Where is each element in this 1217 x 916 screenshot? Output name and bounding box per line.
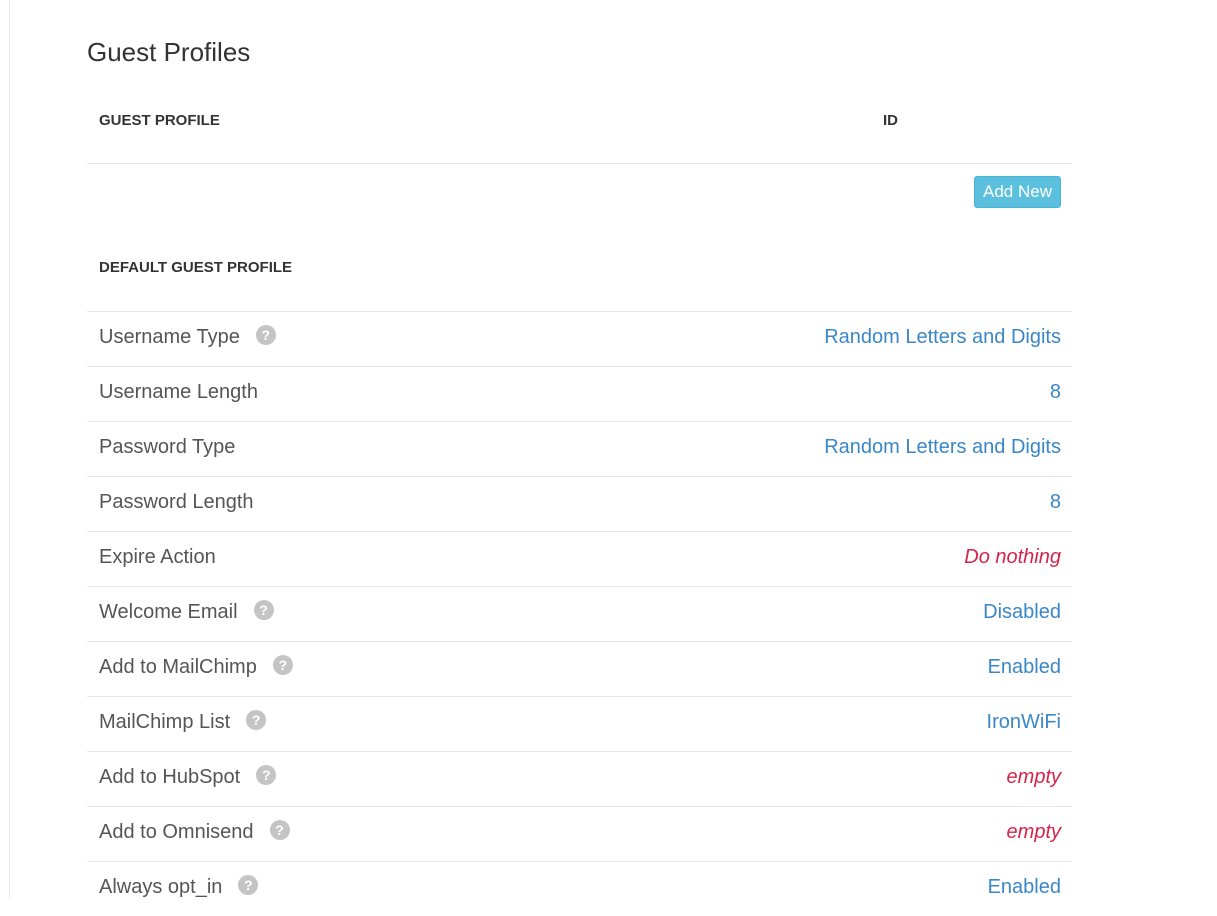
default-guest-profile-heading: DEFAULT GUEST PROFILE xyxy=(99,259,293,276)
setting-label: MailChimp List? xyxy=(99,709,267,734)
setting-label: Always opt_in? xyxy=(99,874,259,899)
help-icon[interactable]: ? xyxy=(255,324,276,345)
setting-label: Username Type? xyxy=(99,324,276,349)
setting-row-expire-action: Expire Action Do nothing xyxy=(87,531,1072,586)
setting-label: Add to HubSpot? xyxy=(99,764,277,789)
help-icon[interactable]: ? xyxy=(256,764,277,785)
setting-value-add-to-omnisend[interactable]: empty xyxy=(1007,821,1061,844)
setting-label: Add to Omnisend? xyxy=(99,819,290,844)
setting-row-username-type: Username Type? Random Letters and Digits xyxy=(87,311,1072,366)
column-header-guest-profile: GUEST PROFILE xyxy=(99,112,220,129)
setting-value-add-to-hubspot[interactable]: empty xyxy=(1007,766,1061,789)
setting-value-expire-action[interactable]: Do nothing xyxy=(964,546,1061,569)
setting-row-add-to-mailchimp: Add to MailChimp? Enabled xyxy=(87,641,1072,696)
setting-row-mailchimp-list: MailChimp List? IronWiFi xyxy=(87,696,1072,751)
setting-value-username-length[interactable]: 8 xyxy=(1050,381,1061,404)
setting-label: Username Length xyxy=(99,381,258,403)
setting-value-username-type[interactable]: Random Letters and Digits xyxy=(824,326,1061,349)
profiles-table-header: GUEST PROFILE ID xyxy=(87,93,1072,164)
setting-value-add-to-mailchimp[interactable]: Enabled xyxy=(988,656,1061,679)
help-icon[interactable]: ? xyxy=(246,709,267,730)
setting-row-welcome-email: Welcome Email? Disabled xyxy=(87,586,1072,641)
setting-value-mailchimp-list[interactable]: IronWiFi xyxy=(987,711,1061,734)
setting-value-password-type[interactable]: Random Letters and Digits xyxy=(824,436,1061,459)
setting-value-password-length[interactable]: 8 xyxy=(1050,491,1061,514)
setting-value-always-opt-in[interactable]: Enabled xyxy=(988,876,1061,899)
page-title: Guest Profiles xyxy=(87,37,251,67)
help-icon[interactable]: ? xyxy=(253,599,274,620)
setting-label: Welcome Email? xyxy=(99,599,274,624)
sidebar-border xyxy=(9,0,10,899)
setting-label: Password Type xyxy=(99,436,236,458)
setting-row-add-to-hubspot: Add to HubSpot? empty xyxy=(87,751,1072,806)
setting-row-password-length: Password Length 8 xyxy=(87,476,1072,531)
setting-row-always-opt-in: Always opt_in? Enabled xyxy=(87,861,1072,916)
add-new-button[interactable]: Add New xyxy=(974,176,1061,208)
column-header-id: ID xyxy=(883,112,898,129)
help-icon[interactable]: ? xyxy=(269,819,290,840)
help-icon[interactable]: ? xyxy=(238,874,259,895)
setting-value-welcome-email[interactable]: Disabled xyxy=(983,601,1061,624)
setting-row-add-to-omnisend: Add to Omnisend? empty xyxy=(87,806,1072,861)
setting-row-username-length: Username Length 8 xyxy=(87,366,1072,421)
help-icon[interactable]: ? xyxy=(272,654,293,675)
setting-row-password-type: Password Type Random Letters and Digits xyxy=(87,421,1072,476)
default-profile-settings: Username Type? Random Letters and Digits… xyxy=(87,311,1072,916)
setting-label: Password Length xyxy=(99,491,254,513)
setting-label: Expire Action xyxy=(99,546,216,568)
setting-label: Add to MailChimp? xyxy=(99,654,293,679)
